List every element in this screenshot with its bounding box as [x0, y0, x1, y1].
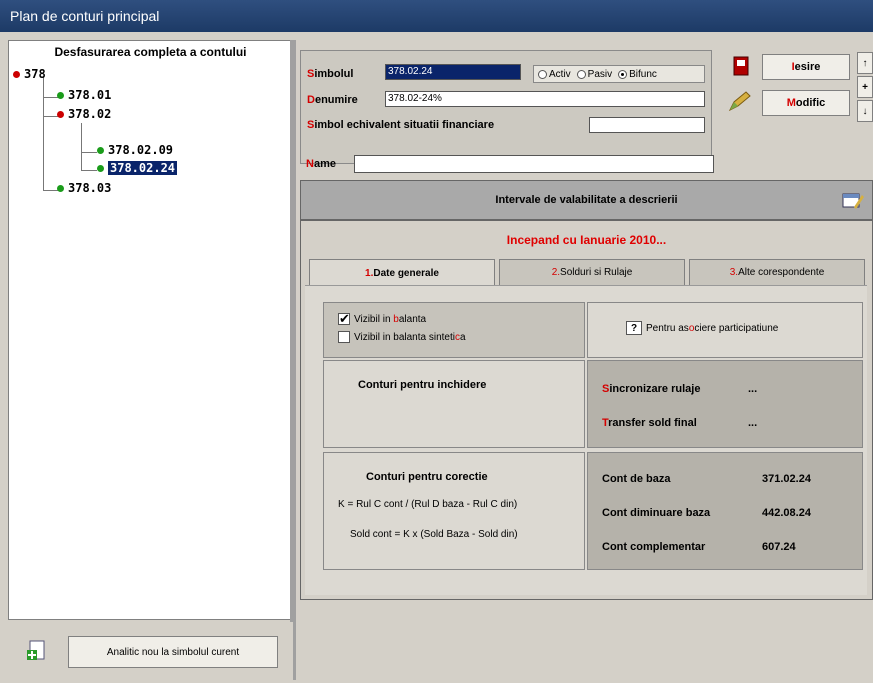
add-document-icon	[27, 640, 45, 660]
name-label: Name	[306, 158, 336, 170]
denumire-label: Denumire	[307, 94, 358, 106]
radio-pasiv[interactable]: Pasiv	[576, 69, 612, 80]
simbol-echivalent-label: Simbol echivalent situatii financiare	[307, 119, 495, 131]
tree-node-378-01[interactable]: 378.01	[57, 88, 111, 102]
account-type-radio-group: Activ Pasiv Bifunc	[533, 65, 705, 83]
cont-complementar-value[interactable]: 607.24	[762, 541, 796, 553]
exit-door-icon	[733, 56, 749, 76]
tree-node-378-02[interactable]: 378.02	[57, 107, 111, 121]
help-icon: ?	[626, 321, 642, 335]
cont-complementar-label: Cont complementar	[602, 541, 706, 553]
move-down-button[interactable]: ↓	[857, 100, 873, 122]
tree-node-378-02-24[interactable]: 378.02.24	[97, 160, 179, 176]
cont-baza-label: Cont de baza	[602, 473, 671, 485]
conturi-corectie-values-panel: Cont de baza 371.02.24 Cont diminuare ba…	[587, 452, 863, 570]
tab-date-generale-content: ✔ Vizibil in balanta Vizibil in balanta …	[305, 285, 867, 595]
tree-header: Desfasurarea completa a contului	[54, 45, 247, 59]
interval-start-text[interactable]: Incepand cu Ianuarie 2010...	[301, 233, 872, 253]
denumire-input[interactable]: 378.02-24%	[385, 91, 705, 107]
tab-solduri-rulaje[interactable]: 2. Solduri si Rulaje	[499, 259, 685, 285]
status-green-icon	[97, 146, 104, 154]
simbol-input[interactable]: 378.02.24	[385, 64, 521, 80]
formula-k: K = Rul C cont / (Rul D baza - Rul C din…	[338, 499, 518, 510]
iesire-button[interactable]: Iesire	[762, 54, 850, 80]
cont-diminuare-value[interactable]: 442.08.24	[762, 507, 811, 519]
simbol-echivalent-input[interactable]	[589, 117, 705, 133]
vizibil-balanta-checkbox[interactable]: ✔ Vizibil in balanta	[338, 311, 426, 326]
sincronizare-panel: Sincronizare rulaje ... Transfer sold fi…	[587, 360, 863, 448]
account-detail-area: Simbolul 378.02.24 Activ Pasiv Bifunc De…	[300, 32, 873, 683]
calendar-edit-icon[interactable]	[842, 191, 864, 209]
status-red-icon	[13, 70, 20, 78]
cont-baza-value[interactable]: 371.02.24	[762, 473, 811, 485]
tree-bottom-bar: Analitic nou la simbolul curent	[8, 622, 293, 683]
sincronizare-value[interactable]: ...	[748, 383, 757, 395]
modific-button[interactable]: Modific	[762, 90, 850, 116]
new-analytic-button[interactable]: Analitic nou la simbolul curent	[68, 636, 278, 668]
asociere-panel: ? Pentru asociere participatiune	[587, 302, 863, 358]
radio-activ[interactable]: Activ	[538, 69, 571, 80]
formula-sold: Sold cont = K x (Sold Baza - Sold din)	[350, 529, 518, 540]
tree-node-378-02-09[interactable]: 378.02.09	[97, 143, 173, 157]
sincronizare-label: Sincronizare rulaje	[602, 383, 701, 395]
inchidere-panel: Conturi pentru inchidere	[323, 360, 585, 448]
cont-diminuare-label: Cont diminuare baza	[602, 507, 711, 519]
tree-node-378[interactable]: 378	[13, 67, 46, 81]
tab-date-generale[interactable]: 1. Date generale	[309, 259, 495, 287]
edit-pencil-icon	[728, 91, 751, 112]
account-form: Simbolul 378.02.24 Activ Pasiv Bifunc De…	[300, 50, 712, 164]
tab-alte-corespondente[interactable]: 3. Alte corespondente	[689, 259, 865, 285]
transfer-value[interactable]: ...	[748, 417, 757, 429]
conturi-corectie-label: Conturi pentru corectie	[366, 471, 488, 483]
add-button[interactable]: +	[857, 76, 873, 98]
checkbox-checked-icon: ✔	[338, 311, 350, 326]
asociere-participatiune-button[interactable]: ? Pentru asociere participatiune	[626, 321, 778, 335]
name-input[interactable]	[354, 155, 714, 173]
radio-bifunc[interactable]: Bifunc	[618, 69, 657, 80]
move-up-button[interactable]: ↑	[857, 52, 873, 74]
status-green-icon	[57, 184, 64, 192]
window-title: Plan de conturi principal	[0, 0, 873, 32]
account-tree-panel: Desfasurarea completa a contului 378 378…	[8, 40, 293, 620]
status-green-icon	[97, 164, 104, 172]
transfer-label: Transfer sold final	[602, 417, 697, 429]
detail-tabs: 1. Date generale 2. Solduri si Rulaje 3. Al…	[309, 259, 869, 287]
visibility-panel: ✔ Vizibil in balanta Vizibil in balanta …	[323, 302, 585, 358]
account-tree: 378 378.01 378.02 378.02.09 378.02.24 37…	[9, 67, 292, 607]
simbol-label: Simbolul	[307, 68, 354, 80]
intervals-section: Intervale de valabilitate a descrierii I…	[300, 180, 873, 600]
tree-node-378-03[interactable]: 378.03	[57, 181, 111, 195]
status-red-icon	[57, 110, 64, 118]
vizibil-sintetica-checkbox[interactable]: Vizibil in balanta sintetica	[338, 331, 466, 343]
status-green-icon	[57, 91, 64, 99]
conturi-inchidere-label: Conturi pentru inchidere	[358, 379, 487, 391]
splitter-bar[interactable]	[290, 40, 296, 680]
corectie-panel: Conturi pentru corectie K = Rul C cont /…	[323, 452, 585, 570]
checkbox-empty-icon	[338, 331, 350, 343]
intervals-header: Intervale de valabilitate a descrierii	[301, 181, 872, 221]
